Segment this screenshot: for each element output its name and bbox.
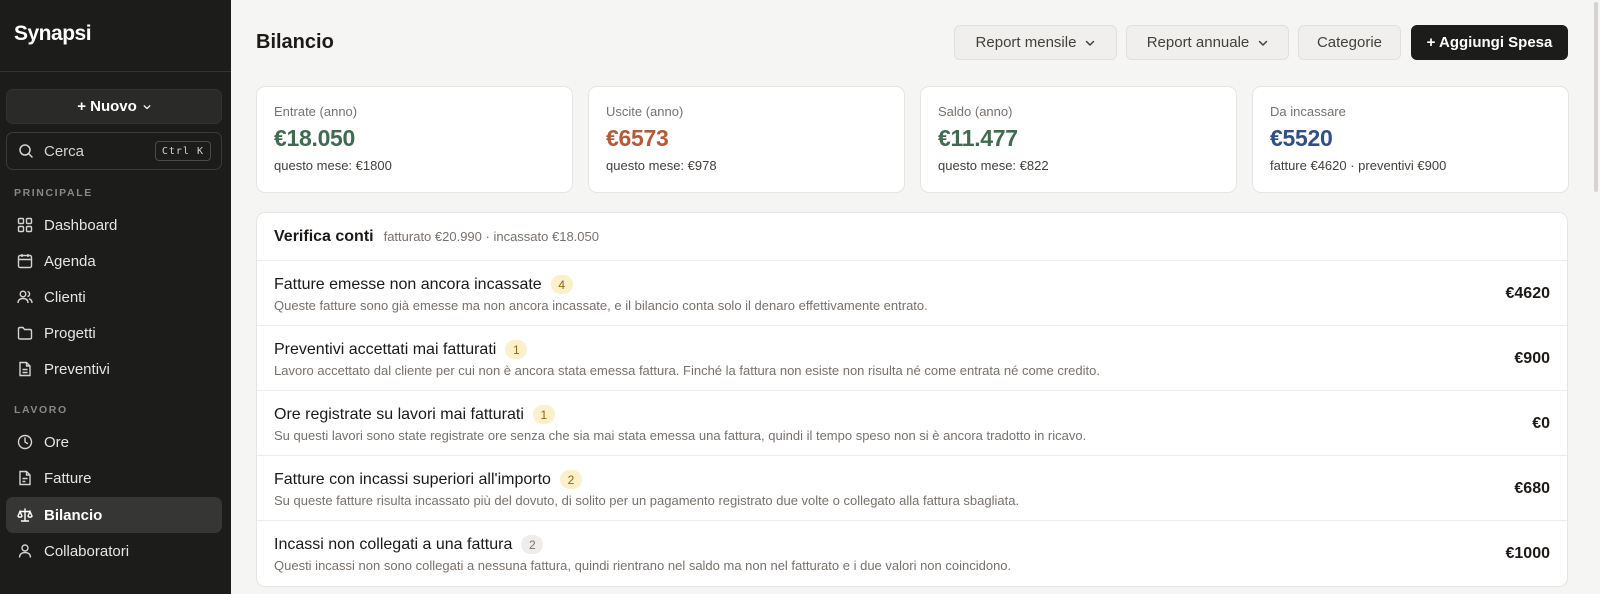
invoice-icon [16, 469, 34, 487]
search-input[interactable]: Cerca Ctrl K [6, 132, 222, 170]
count-badge: 1 [532, 405, 555, 424]
scale-icon [16, 506, 34, 524]
check-amount: €680 [1514, 480, 1550, 497]
sidebar-divider [0, 71, 231, 72]
check-description: Questi incassi non sono collegati a ness… [274, 558, 1012, 573]
page-title: Bilancio [256, 31, 334, 53]
sidebar-item-label: Fatture [44, 469, 92, 487]
panel-header: Verifica conti fatturato €20.990 · incas… [257, 213, 1567, 261]
monthly-report-button[interactable]: Report mensile [954, 25, 1117, 60]
check-title: Incassi non collegati a una fattura [274, 535, 513, 553]
kpi-label: Saldo (anno) [938, 104, 1013, 119]
kpi-value: €18.050 [274, 125, 356, 151]
sidebar-item-collaboratori[interactable]: Collaboratori [6, 533, 222, 569]
sidebar-item-bilancio[interactable]: Bilancio [6, 497, 222, 533]
check-description: Lavoro accettato dal cliente per cui non… [274, 363, 1100, 378]
kpi-value: €11.477 [938, 125, 1018, 151]
kpi-card-saldo: Saldo (anno) €11.477 questo mese: €822 [920, 86, 1237, 193]
annual-report-label: Report annuale [1146, 34, 1250, 51]
folder-icon [16, 324, 34, 342]
kpi-value: €5520 [1270, 125, 1333, 151]
check-title: Ore registrate su lavori mai fatturati [274, 405, 524, 423]
count-badge: 2 [559, 470, 582, 489]
calendar-icon [16, 252, 34, 270]
sidebar-item-preventivi[interactable]: Preventivi [6, 351, 222, 387]
section-label-lavoro: LAVORO [14, 404, 68, 416]
kpi-sub: fatture €4620 · preventivi €900 [1270, 158, 1447, 173]
check-row[interactable]: Ore registrate su lavori mai fatturati 1… [257, 391, 1567, 456]
check-amount: €0 [1532, 415, 1550, 432]
check-row[interactable]: Incassi non collegati a una fattura 2 Qu… [257, 521, 1567, 586]
kpi-card-da-incassare: Da incassare €5520 fatture €4620 · preve… [1252, 86, 1569, 193]
new-button-label: + Nuovo [77, 98, 137, 115]
categories-button[interactable]: Categorie [1298, 25, 1401, 60]
chevron-down-icon [1259, 40, 1268, 46]
check-title: Preventivi accettati mai fatturati [274, 340, 497, 358]
kpi-card-uscite: Uscite (anno) €6573 questo mese: €978 [588, 86, 905, 193]
kpi-label: Uscite (anno) [606, 104, 684, 119]
sidebar-item-progetti[interactable]: Progetti [6, 315, 222, 351]
kpi-card-entrate: Entrate (anno) €18.050 questo mese: €180… [256, 86, 573, 193]
page-scrollbar[interactable] [1594, 2, 1598, 192]
sidebar-item-label: Ore [44, 433, 70, 451]
check-row[interactable]: Fatture con incassi superiori all'import… [257, 456, 1567, 521]
sidebar-item-clienti[interactable]: Clienti [6, 279, 222, 315]
chevron-down-icon [143, 104, 151, 109]
kpi-sub: questo mese: €822 [938, 158, 1049, 173]
check-row[interactable]: Preventivi accettati mai fatturati 1 Lav… [257, 326, 1567, 391]
check-description: Su questi lavori sono state registrate o… [274, 428, 1087, 443]
sidebar-item-label: Bilancio [44, 506, 103, 524]
chevron-down-icon [1086, 40, 1095, 46]
document-icon [16, 360, 34, 378]
check-amount: €900 [1514, 350, 1550, 367]
check-amount: €4620 [1505, 285, 1551, 302]
kpi-sub: questo mese: €1800 [274, 158, 392, 173]
panel-summary: fatturato €20.990 · incassato €18.050 [383, 229, 599, 244]
verifica-conti-panel: Verifica conti fatturato €20.990 · incas… [256, 212, 1568, 587]
check-amount: €1000 [1505, 545, 1551, 562]
new-button[interactable]: + Nuovo [6, 89, 222, 124]
grid-icon [16, 216, 34, 234]
sidebar-item-label: Agenda [44, 252, 96, 270]
count-badge: 2 [521, 535, 544, 554]
sidebar: Synapsi + Nuovo Cerca Ctrl K PRINCIPALE … [0, 0, 231, 594]
check-description: Su queste fatture risulta incassato più … [274, 493, 1020, 508]
check-title: Fatture con incassi superiori all'import… [274, 470, 551, 488]
panel-title: Verifica conti [274, 227, 374, 245]
sidebar-item-dashboard[interactable]: Dashboard [6, 207, 222, 243]
check-row[interactable]: Fatture emesse non ancora incassate 4 Qu… [257, 261, 1567, 326]
search-shortcut: Ctrl K [154, 141, 211, 161]
search-icon [19, 144, 33, 158]
search-label: Cerca [44, 142, 85, 160]
check-title: Fatture emesse non ancora incassate [274, 275, 542, 293]
users-icon [16, 288, 34, 306]
kpi-value: €6573 [606, 125, 669, 151]
kpi-label: Da incassare [1270, 104, 1346, 119]
sidebar-item-fatture[interactable]: Fatture [6, 460, 222, 496]
sidebar-item-label: Preventivi [44, 360, 110, 378]
sidebar-item-label: Progetti [44, 324, 96, 342]
app-logo[interactable]: Synapsi [14, 22, 92, 46]
sidebar-item-agenda[interactable]: Agenda [6, 243, 222, 279]
kpi-sub: questo mese: €978 [606, 158, 717, 173]
section-label-principale: PRINCIPALE [14, 187, 93, 199]
user-icon [16, 542, 34, 560]
annual-report-button[interactable]: Report annuale [1126, 25, 1289, 60]
sidebar-item-label: Clienti [44, 288, 86, 306]
clock-icon [16, 433, 34, 451]
sidebar-item-ore[interactable]: Ore [6, 424, 222, 460]
add-expense-button[interactable]: + Aggiungi Spesa [1411, 25, 1568, 60]
monthly-report-label: Report mensile [975, 34, 1077, 51]
sidebar-item-label: Collaboratori [44, 542, 130, 560]
kpi-label: Entrate (anno) [274, 104, 358, 119]
count-badge: 4 [550, 275, 573, 294]
count-badge: 1 [505, 340, 528, 359]
check-description: Queste fatture sono già emesse ma non an… [274, 298, 928, 313]
main-content: Bilancio Report mensile Report annuale C… [231, 0, 1600, 594]
sidebar-item-label: Dashboard [44, 216, 118, 234]
